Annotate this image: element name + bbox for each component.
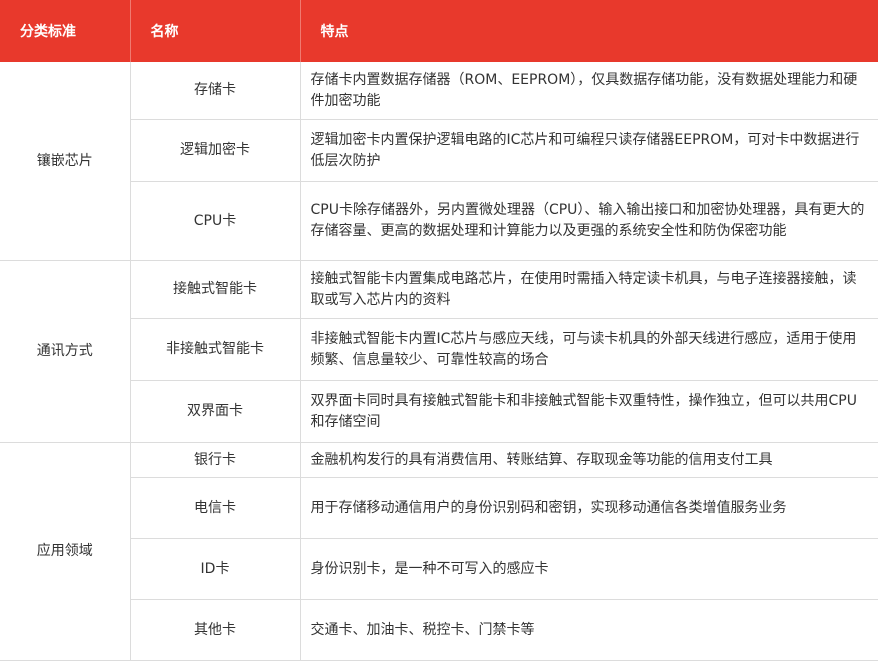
feature-cell: 双界面卡同时具有接触式智能卡和非接触式智能卡双重特性，操作独立，但可以共用CPU… <box>299 380 878 443</box>
feature-cell: 非接触式智能卡内置IC芯片与感应天线，可与读卡机具的外部天线进行感应，适用于使用… <box>299 318 878 381</box>
feature-cell: 逻辑加密卡内置保护逻辑电路的IC芯片和可编程只读存储器EEPROM，可对卡中数据… <box>299 119 878 182</box>
category-cell: 应用领域 <box>0 442 131 661</box>
table-row: 应用领域 银行卡 金融机构发行的具有消费信用、转账结算、存取现金等功能的信用支付… <box>0 442 878 661</box>
card-name-cell: 接触式智能卡 <box>129 260 301 319</box>
card-name-cell: CPU卡 <box>130 181 301 261</box>
card-name-cell: 电信卡 <box>130 477 301 539</box>
feature-cell: 接触式智能卡内置集成电路芯片，在使用时需插入特定读卡机具，与电子连接器接触，读取… <box>299 260 878 319</box>
table-row: 镶嵌芯片 存储卡 存储卡内置数据存储器（ROM、EEPROM），仅具数据存储功能… <box>0 62 878 261</box>
table-row: ID卡 身份识别卡，是一种不可写入的感应卡 <box>0 538 878 600</box>
card-name-cell: 双界面卡 <box>130 380 301 443</box>
feature-cell: 用于存储移动通信用户的身份识别码和密钥，实现移动通信各类增值服务业务 <box>299 477 878 539</box>
feature-cell: CPU卡除存储器外，另内置微处理器（CPU）、输入输出接口和加密协处理器，具有更… <box>299 181 878 261</box>
card-name-cell: 逻辑加密卡 <box>130 119 301 182</box>
feature-cell: 身份识别卡，是一种不可写入的感应卡 <box>299 538 878 600</box>
table-row: 电信卡 用于存储移动通信用户的身份识别码和密钥，实现移动通信各类增值服务业务 <box>0 477 878 539</box>
card-name-cell: 存储卡 <box>129 62 301 120</box>
header-feature: 特点 <box>299 0 878 62</box>
feature-cell: 存储卡内置数据存储器（ROM、EEPROM），仅具数据存储功能，没有数据处理能力… <box>299 62 878 120</box>
table-row: CPU卡 CPU卡除存储器外，另内置微处理器（CPU）、输入输出接口和加密协处理… <box>0 181 878 261</box>
feature-cell: 交通卡、加油卡、税控卡、门禁卡等 <box>299 599 878 661</box>
card-name-cell: 其他卡 <box>130 599 301 661</box>
card-name-cell: 银行卡 <box>129 442 301 478</box>
smart-card-classification-table: 分类标准 名称 特点 镶嵌芯片 存储卡 存储卡内置数据存储器（ROM、EEPRO… <box>0 0 878 661</box>
header-classification: 分类标准 <box>0 0 130 62</box>
category-cell: 通讯方式 <box>0 260 131 443</box>
feature-cell: 金融机构发行的具有消费信用、转账结算、存取现金等功能的信用支付工具 <box>299 442 878 478</box>
table-row: 其他卡 交通卡、加油卡、税控卡、门禁卡等 <box>0 599 878 661</box>
header-name: 名称 <box>129 0 300 62</box>
table-row: 非接触式智能卡 非接触式智能卡内置IC芯片与感应天线，可与读卡机具的外部天线进行… <box>0 318 878 381</box>
table-row: 双界面卡 双界面卡同时具有接触式智能卡和非接触式智能卡双重特性，操作独立，但可以… <box>0 380 878 443</box>
table-header-row: 分类标准 名称 特点 <box>0 0 878 62</box>
table-row: 通讯方式 接触式智能卡 接触式智能卡内置集成电路芯片，在使用时需插入特定读卡机具… <box>0 260 878 443</box>
card-name-cell: ID卡 <box>130 538 301 600</box>
card-name-cell: 非接触式智能卡 <box>130 318 301 381</box>
table-row: 逻辑加密卡 逻辑加密卡内置保护逻辑电路的IC芯片和可编程只读存储器EEPROM，… <box>0 119 878 182</box>
category-cell: 镶嵌芯片 <box>0 62 131 261</box>
